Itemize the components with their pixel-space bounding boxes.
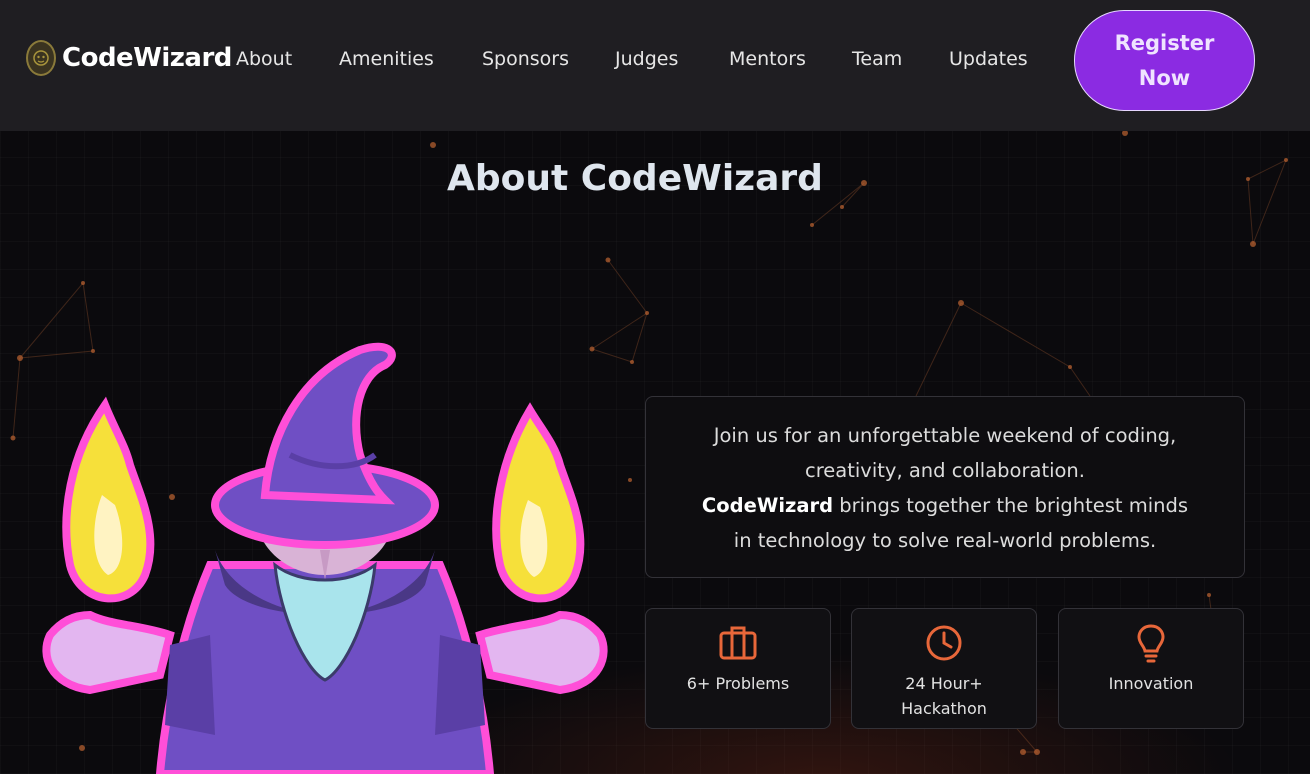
nav-sponsors[interactable]: Sponsors xyxy=(482,48,569,70)
feature-card-innovation: Innovation xyxy=(1058,608,1244,729)
nav-mentors[interactable]: Mentors xyxy=(729,48,806,70)
nav-about[interactable]: About xyxy=(236,48,292,70)
feature-card-problems: 6+ Problems xyxy=(645,608,831,729)
feature-label: Innovation xyxy=(1108,674,1194,693)
about-description-box: Join us for an unforgettable weekend of … xyxy=(645,396,1245,578)
wizard-mascot-image xyxy=(42,342,608,774)
top-navbar: CodeWizard About Amenities Sponsors Judg… xyxy=(0,0,1310,131)
right-flame-icon xyxy=(492,402,585,603)
register-now-button[interactable]: Register Now xyxy=(1074,10,1255,111)
about-line-3: CodeWizard brings together the brightest… xyxy=(646,488,1244,523)
lightbulb-icon xyxy=(1137,624,1165,663)
nav-updates[interactable]: Updates xyxy=(949,48,1028,70)
logo[interactable]: CodeWizard xyxy=(26,40,232,76)
feature-card-hackathon: 24 Hour+ Hackathon xyxy=(851,608,1037,729)
logo-text: CodeWizard xyxy=(62,43,232,73)
logo-badge-icon xyxy=(26,40,56,76)
nav-team[interactable]: Team xyxy=(852,48,902,70)
nav-amenities[interactable]: Amenities xyxy=(339,48,434,70)
section-title: About CodeWizard xyxy=(447,158,823,199)
nav-judges[interactable]: Judges xyxy=(615,48,678,70)
about-line-1: Join us for an unforgettable weekend of … xyxy=(713,424,1177,447)
brand-name: CodeWizard xyxy=(701,494,834,517)
feature-label: 6+ Problems xyxy=(686,674,790,693)
clock-icon xyxy=(926,625,962,661)
feature-label: 24 Hour+ Hackathon xyxy=(901,674,987,718)
about-line-2: creativity, and collaboration. xyxy=(804,459,1085,482)
briefcase-icon xyxy=(719,626,757,660)
about-line-4: in technology to solve real-world proble… xyxy=(733,529,1157,552)
about-line-3-rest: brings together the brightest minds xyxy=(833,494,1189,517)
left-flame-icon xyxy=(62,396,155,603)
